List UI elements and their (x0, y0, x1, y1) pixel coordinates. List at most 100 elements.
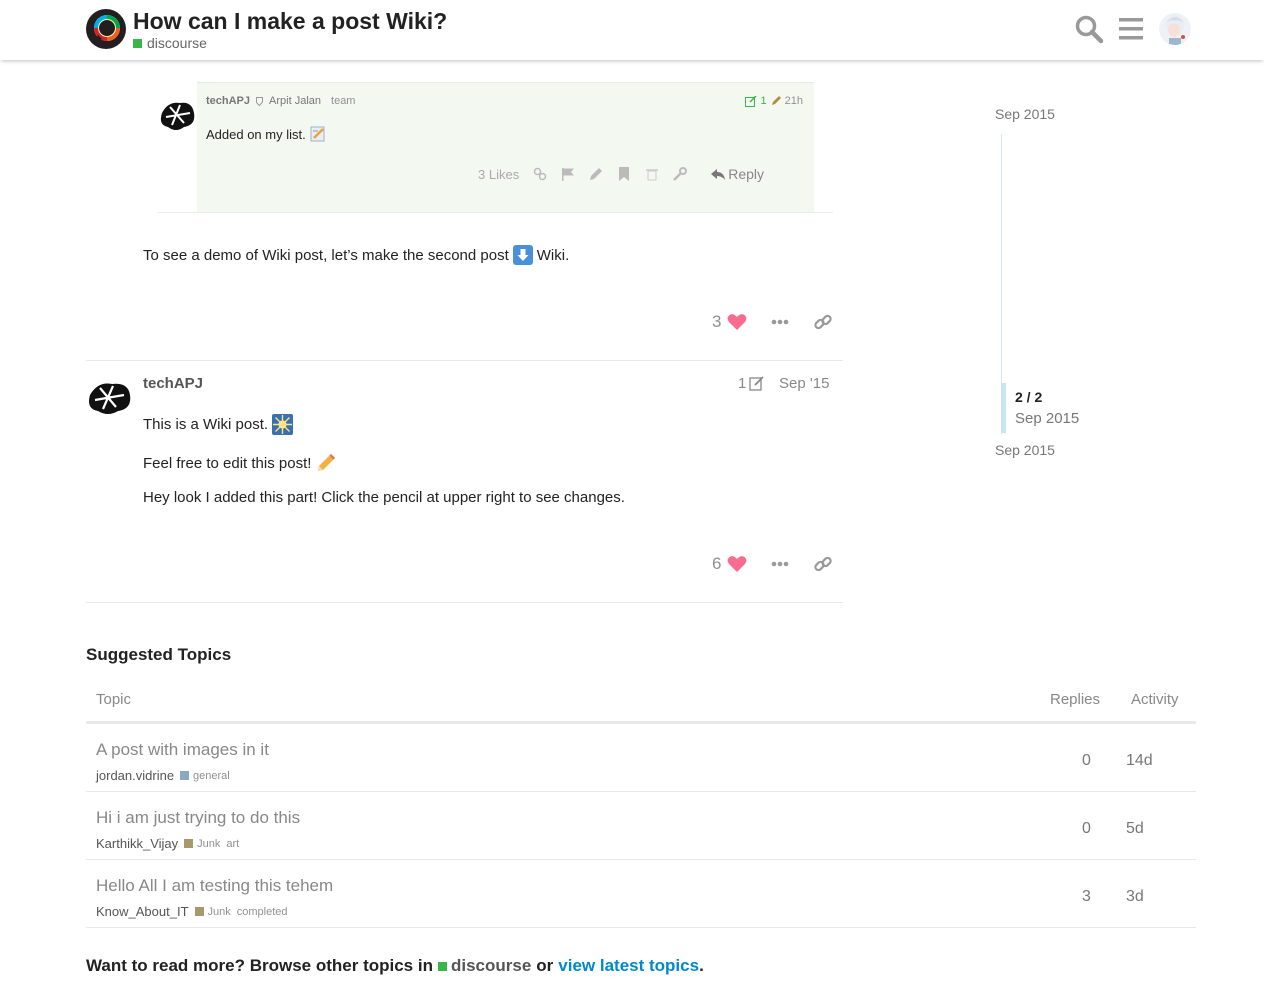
topic-tag[interactable]: art (226, 838, 239, 850)
topic-title-link[interactable]: Hello All I am testing this tehem (96, 876, 333, 896)
discourse-logo[interactable] (86, 9, 126, 49)
reply-arrow-icon (711, 168, 726, 180)
user-avatar[interactable] (1159, 13, 1191, 45)
post-2-line-1: This is a Wiki post. (143, 414, 294, 435)
sparkle-emoji-icon (272, 414, 294, 435)
quoted-username[interactable]: techAPJ (206, 95, 250, 107)
more-options-icon[interactable] (771, 319, 789, 325)
topic-row[interactable]: Hi i am just trying to do this Karthikk_… (86, 792, 1196, 860)
read-more-footer: Want to read more? Browse other topics i… (86, 956, 704, 976)
timeline-position: 2 / 2 (1015, 389, 1043, 405)
category-color-icon (180, 771, 190, 780)
topic-meta: Know_About_IT Junk completed (96, 904, 288, 919)
quoted-likes-count[interactable]: 3 Likes (478, 167, 519, 182)
topic-tag[interactable]: completed (237, 906, 288, 918)
timeline-handle[interactable] (1001, 383, 1006, 433)
hamburger-menu-icon[interactable] (1117, 14, 1147, 44)
timeline-start-date[interactable]: Sep 2015 (995, 106, 1055, 122)
suggested-topics-heading: Suggested Topics (86, 645, 232, 664)
post-2-line-2: Feel free to edit this post! (143, 452, 337, 474)
post-2-line-1-text: This is a Wiki post. (143, 416, 269, 433)
quoted-body-text: Added on my list. (206, 126, 306, 142)
post-2-edit-history[interactable]: 1 (738, 375, 765, 392)
timeline-end-date[interactable]: Sep 2015 (995, 442, 1055, 458)
share-link-icon[interactable] (813, 554, 833, 574)
site-header: How can I make a post Wiki? discourse (0, 0, 1264, 60)
link-icon[interactable] (533, 167, 547, 181)
post-2-line-2-text: Feel free to edit this post! (143, 454, 312, 472)
heart-icon[interactable] (727, 555, 747, 573)
read-more-prefix: Want to read more? Browse other topics i… (86, 956, 433, 975)
share-link-icon[interactable] (813, 312, 833, 332)
category-color-icon (194, 907, 204, 916)
read-more-or: or (536, 956, 554, 975)
post-1-actions: 3 (712, 312, 833, 332)
quoted-age[interactable]: 21h (785, 95, 803, 107)
topic-category[interactable]: discourse (133, 35, 207, 51)
topic-category[interactable]: Junk (194, 905, 231, 918)
topic-title[interactable]: How can I make a post Wiki? (133, 8, 447, 35)
post-2-date[interactable]: Sep '15 (779, 375, 829, 392)
read-more-category[interactable]: discourse (437, 956, 531, 976)
category-color-icon (133, 38, 142, 48)
heart-icon[interactable] (727, 313, 747, 331)
topic-replies: 0 (1082, 752, 1091, 769)
topic-replies: 3 (1082, 888, 1091, 905)
post-2-line-3-text: Hey look I added this part! Click the pe… (143, 489, 625, 506)
topic-meta: Karthikk_Vijay Junk art (96, 836, 239, 851)
post-1-body: To see a demo of Wiki post, let’s make t… (143, 245, 569, 265)
topic-category-label: Junk (207, 905, 231, 918)
trash-icon[interactable] (645, 167, 659, 181)
quoted-full-name[interactable]: Arpit Jalan (269, 95, 321, 107)
memo-emoji-icon (310, 126, 325, 142)
flag-icon[interactable] (561, 167, 575, 181)
post-2-username[interactable]: techAPJ (143, 375, 203, 392)
post-1-like-count[interactable]: 3 (712, 312, 721, 332)
column-header-topic: Topic (96, 691, 132, 708)
topic-title-link[interactable]: A post with images in it (96, 740, 269, 760)
pencil-emoji-icon (318, 454, 336, 471)
edit-history-icon[interactable] (744, 95, 757, 107)
topic-row[interactable]: Hello All I am testing this tehem Know_A… (86, 860, 1196, 928)
category-color-icon (184, 839, 194, 848)
edit-history-icon (749, 376, 764, 391)
topic-category-label[interactable]: discourse (147, 35, 207, 51)
quoted-post-info: 1 21h (744, 95, 803, 107)
quoted-post: techAPJ Arpit Jalan team 1 21h Added on … (158, 82, 833, 213)
quoted-post-body: Added on my list. (206, 126, 326, 142)
quoted-post-meta: techAPJ Arpit Jalan team (206, 95, 355, 107)
bookmark-icon[interactable] (617, 167, 631, 181)
quoted-reply-button[interactable]: Reply (711, 166, 764, 182)
topic-activity[interactable]: 3d (1126, 888, 1144, 906)
post-1-text: To see a demo of Wiki post, let’s make t… (143, 246, 509, 264)
topic-author[interactable]: Know_About_IT (96, 904, 189, 919)
pencil-icon (771, 96, 781, 105)
topic-author[interactable]: Karthikk_Vijay (96, 836, 178, 851)
divider (158, 212, 833, 213)
topic-category-label: Junk (197, 837, 221, 850)
topic-replies: 0 (1082, 820, 1091, 837)
topic-meta: jordan.vidrine general (96, 768, 230, 783)
search-icon[interactable] (1074, 14, 1104, 44)
post-divider (86, 602, 843, 603)
topic-activity[interactable]: 5d (1126, 820, 1144, 838)
quoted-edits[interactable]: 1 (761, 95, 767, 107)
quoted-reply-label: Reply (728, 166, 764, 182)
topic-activity[interactable]: 14d (1126, 752, 1153, 770)
column-header-replies[interactable]: Replies (1050, 691, 1100, 708)
topic-category[interactable]: general (180, 770, 230, 782)
topic-category[interactable]: Junk (184, 838, 220, 850)
view-latest-topics-link[interactable]: view latest topics (558, 956, 699, 975)
topic-title-link[interactable]: Hi i am just trying to do this (96, 808, 300, 828)
quoted-post-actions: 3 Likes Reply (478, 166, 764, 182)
edit-pencil-icon[interactable] (589, 167, 603, 181)
column-header-activity[interactable]: Activity (1131, 691, 1179, 708)
topic-author[interactable]: jordan.vidrine (96, 768, 174, 783)
wrench-icon[interactable] (673, 167, 688, 181)
post-1-text-end: Wiki. (536, 246, 570, 264)
more-options-icon[interactable] (771, 561, 789, 567)
quoted-author-avatar[interactable] (158, 99, 196, 133)
post-2-like-count[interactable]: 6 (712, 554, 721, 574)
topic-row[interactable]: A post with images in it jordan.vidrine … (86, 724, 1196, 792)
post-2-author-avatar[interactable] (86, 379, 132, 417)
